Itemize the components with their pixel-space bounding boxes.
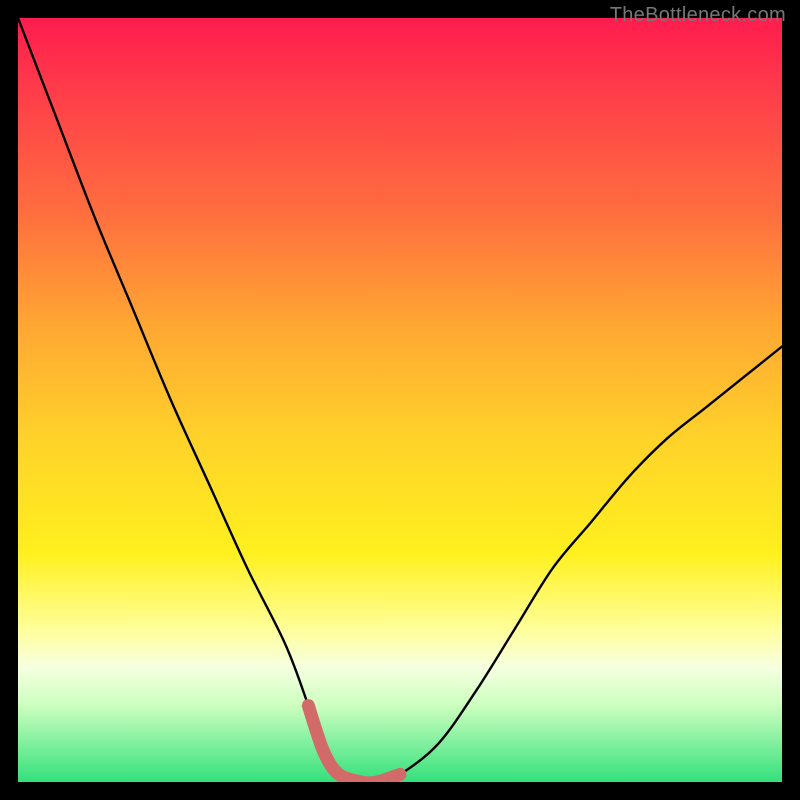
chart-frame: TheBottleneck.com — [0, 0, 800, 800]
curve-path — [18, 18, 782, 782]
bottleneck-curve — [18, 18, 782, 782]
plot-area — [18, 18, 782, 782]
curve-layer — [18, 18, 782, 782]
highlight-path — [308, 706, 400, 782]
watermark-text: TheBottleneck.com — [610, 4, 786, 27]
highlight-segment — [308, 706, 400, 782]
